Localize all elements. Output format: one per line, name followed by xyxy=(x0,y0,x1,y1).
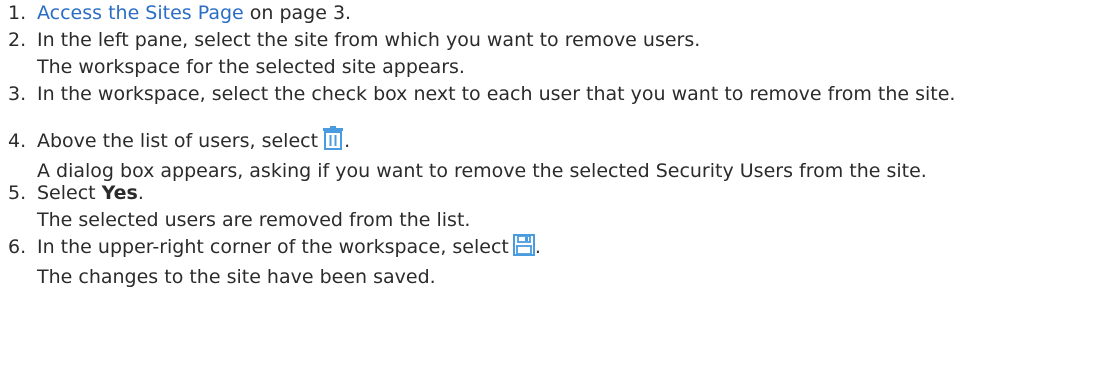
step-result: The changes to the site have been saved. xyxy=(37,266,436,288)
step-text: on page 3. xyxy=(243,2,352,24)
step-5: 5. Select Yes. The selected users are rem… xyxy=(8,180,1108,234)
access-sites-page-link[interactable]: Access the Sites Page xyxy=(37,2,244,24)
step-6: 6. In the upper-right corner of the works… xyxy=(8,234,1108,291)
step-result: The selected users are removed from the … xyxy=(37,209,471,231)
step-text: . xyxy=(137,182,144,204)
step-2: 2. In the left pane, select the site from… xyxy=(8,27,1108,81)
step-number: 1. xyxy=(8,2,27,24)
step-number: 4. xyxy=(8,130,27,152)
step-text: Above the list of users, select xyxy=(37,130,319,152)
step-text: Select xyxy=(37,182,102,204)
step-number: 3. xyxy=(8,83,27,105)
trash-icon xyxy=(322,126,344,158)
yes-label: Yes xyxy=(101,182,138,204)
step-text: In the left pane, select the site from w… xyxy=(37,29,701,51)
step-text: . xyxy=(534,236,541,258)
step-number: 5. xyxy=(8,182,27,204)
step-1: 1. Access the Sites Page on page 3. xyxy=(8,0,1108,27)
step-4: 4. Above the list of users, select . A di… xyxy=(8,126,1108,185)
step-result: The workspace for the selected site appe… xyxy=(37,56,465,78)
procedure-steps: 1. Access the Sites Page on page 3. 2. In … xyxy=(0,0,1115,372)
step-3: 3. In the workspace, select the check box… xyxy=(8,81,1108,108)
step-number: 6. xyxy=(8,236,27,258)
step-text: . xyxy=(344,130,351,152)
step-text: In the upper-right corner of the workspa… xyxy=(37,236,509,258)
save-icon xyxy=(512,234,535,264)
step-text: In the workspace, select the check box n… xyxy=(37,83,956,105)
step-number: 2. xyxy=(8,29,27,51)
